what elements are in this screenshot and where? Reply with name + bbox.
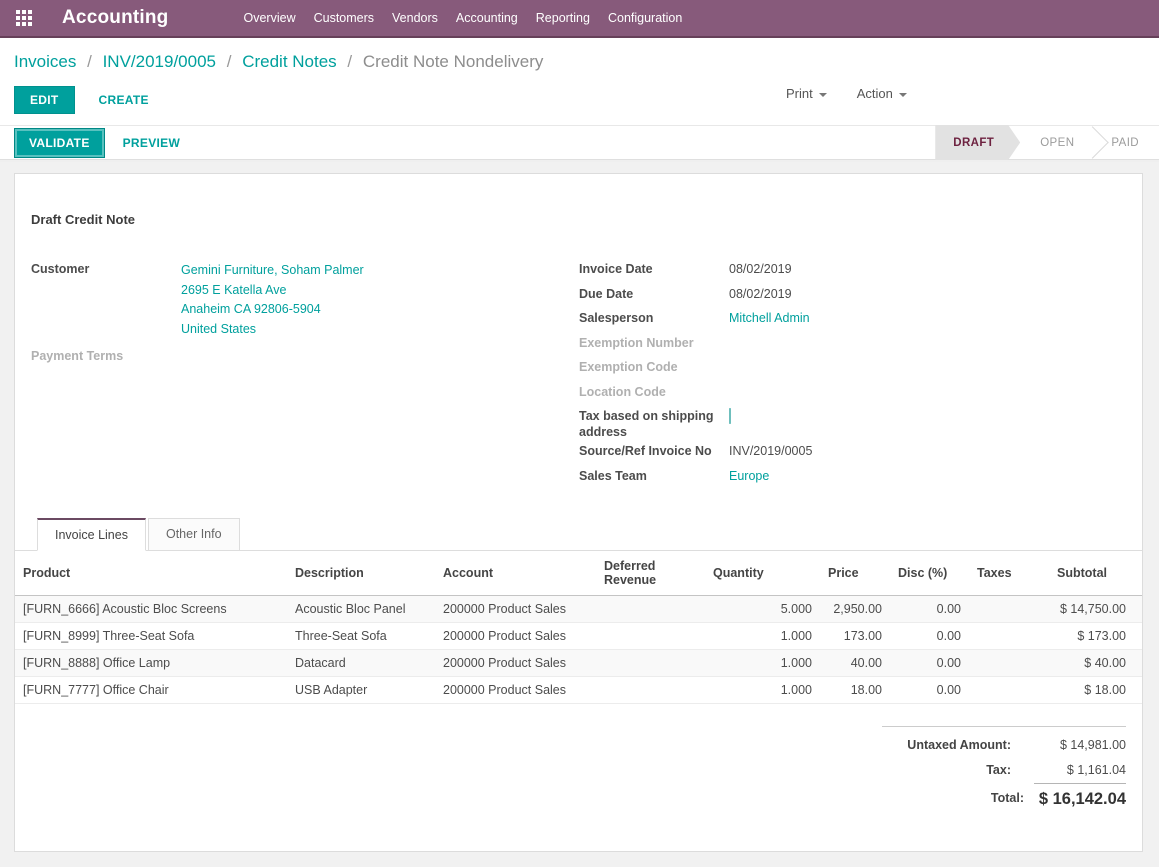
col-taxes: Taxes [969,551,1049,596]
sales-team-field: Sales Team Europe [579,465,1126,490]
validate-button[interactable]: VALIDATE [14,128,105,158]
exemption-number-field: Exemption Number [579,332,1126,357]
button-row: EDIT CREATE [14,86,1145,113]
due-date-value: 08/02/2019 [729,283,792,302]
col-price: Price [820,551,890,596]
customer-address-line[interactable]: Anaheim CA 92806-5904 [181,300,364,320]
notebook-tabs: Invoice Lines Other Info [15,518,1142,551]
document-title: Draft Credit Note [31,212,1126,227]
col-deferred-revenue: Deferred Revenue [596,551,705,596]
payment-terms-label: Payment Terms [31,345,181,364]
breadcrumb-credit-notes[interactable]: Credit Notes [242,52,336,71]
col-quantity: Quantity [705,551,820,596]
table-header-row: Product Description Account Deferred Rev… [15,551,1142,596]
totals-summary: Untaxed Amount: $ 14,981.00 Tax: $ 1,161… [882,726,1126,814]
credit-note-sheet: Draft Credit Note Customer Gemini Furnit… [14,173,1143,852]
statusbar: VALIDATE PREVIEW DRAFT OPEN PAID [0,125,1159,160]
col-product: Product [15,551,287,596]
customer-value: Gemini Furniture, Soham Palmer 2695 E Ka… [181,258,364,339]
nav-item-configuration[interactable]: Configuration [599,11,691,25]
action-dropdowns: Print Action [786,86,937,101]
tax-shipping-field: Tax based on shipping address [579,405,1126,440]
salesperson-field: Salesperson Mitchell Admin [579,307,1126,332]
status-stages: DRAFT OPEN PAID [935,125,1159,160]
invoice-date-field: Invoice Date 08/02/2019 [579,258,1126,283]
untaxed-amount-value: $ 14,981.00 [1021,733,1126,758]
breadcrumb-current: Credit Note Nondelivery [363,52,543,71]
location-code-field: Location Code [579,381,1126,406]
breadcrumb: Invoices / INV/2019/0005 / Credit Notes … [14,52,1145,72]
top-navbar: Accounting Overview Customers Vendors Ac… [0,0,1159,38]
content-area: Draft Credit Note Customer Gemini Furnit… [0,162,1159,867]
caret-down-icon [819,93,827,97]
salesperson-link[interactable]: Mitchell Admin [729,311,810,325]
edit-button[interactable]: EDIT [14,86,75,114]
right-field-column: Invoice Date 08/02/2019 Due Date 08/02/2… [579,258,1126,489]
field-columns: Customer Gemini Furniture, Soham Palmer … [31,258,1126,489]
control-panel: Invoices / INV/2019/0005 / Credit Notes … [0,38,1159,125]
tax-row: Tax: $ 1,161.04 [882,758,1126,783]
tax-value: $ 1,161.04 [1021,758,1126,783]
breadcrumb-separator: / [227,52,232,71]
untaxed-amount-row: Untaxed Amount: $ 14,981.00 [882,733,1126,758]
customer-address-line[interactable]: 2695 E Katella Ave [181,281,364,301]
nav-item-accounting[interactable]: Accounting [447,11,527,25]
customer-label: Customer [31,258,181,277]
left-field-column: Customer Gemini Furniture, Soham Palmer … [31,258,579,489]
col-account: Account [435,551,596,596]
apps-grid-icon[interactable] [16,10,32,26]
invoice-line-row[interactable]: [FURN_8999] Three-Seat Sofa Three-Seat S… [15,623,1142,650]
source-invoice-value: INV/2019/0005 [729,440,812,459]
nav-item-overview[interactable]: Overview [235,11,305,25]
invoice-line-row[interactable]: [FURN_8888] Office Lamp Datacard 200000 … [15,650,1142,677]
col-description: Description [287,551,435,596]
action-dropdown[interactable]: Action [857,86,907,101]
payment-terms-field: Payment Terms [31,345,579,370]
app-title[interactable]: Accounting [62,7,169,29]
create-button[interactable]: CREATE [91,87,157,113]
breadcrumb-separator: / [347,52,352,71]
invoice-line-row[interactable]: [FURN_7777] Office Chair USB Adapter 200… [15,677,1142,704]
tax-shipping-checkbox[interactable] [729,408,731,424]
col-disc: Disc (%) [890,551,969,596]
breadcrumb-separator: / [87,52,92,71]
invoice-date-value: 08/02/2019 [729,258,792,277]
exemption-code-field: Exemption Code [579,356,1126,381]
sales-team-link[interactable]: Europe [729,469,769,483]
tab-invoice-lines[interactable]: Invoice Lines [37,518,146,551]
nav-item-vendors[interactable]: Vendors [383,11,447,25]
nav-menu: Overview Customers Vendors Accounting Re… [235,11,692,25]
nav-item-customers[interactable]: Customers [305,11,383,25]
caret-down-icon [899,93,907,97]
col-subtotal: Subtotal [1049,551,1142,596]
due-date-field: Due Date 08/02/2019 [579,283,1126,308]
nav-item-reporting[interactable]: Reporting [527,11,599,25]
tab-other-info[interactable]: Other Info [148,518,240,551]
customer-address-line[interactable]: United States [181,320,364,340]
print-dropdown[interactable]: Print [786,86,827,101]
total-row: Total: $ 16,142.04 [882,783,1126,814]
customer-field: Customer Gemini Furniture, Soham Palmer … [31,258,579,339]
total-value: $ 16,142.04 [1034,783,1126,814]
invoice-line-row[interactable]: [FURN_6666] Acoustic Bloc Screens Acoust… [15,596,1142,623]
invoice-lines-table: Product Description Account Deferred Rev… [15,551,1142,704]
breadcrumb-invoice-number[interactable]: INV/2019/0005 [103,52,216,71]
preview-button[interactable]: PREVIEW [123,136,180,150]
customer-name-link[interactable]: Gemini Furniture, Soham Palmer [181,261,364,281]
breadcrumb-invoices[interactable]: Invoices [14,52,76,71]
source-invoice-field: Source/Ref Invoice No INV/2019/0005 [579,440,1126,465]
stage-draft[interactable]: DRAFT [935,125,1020,160]
